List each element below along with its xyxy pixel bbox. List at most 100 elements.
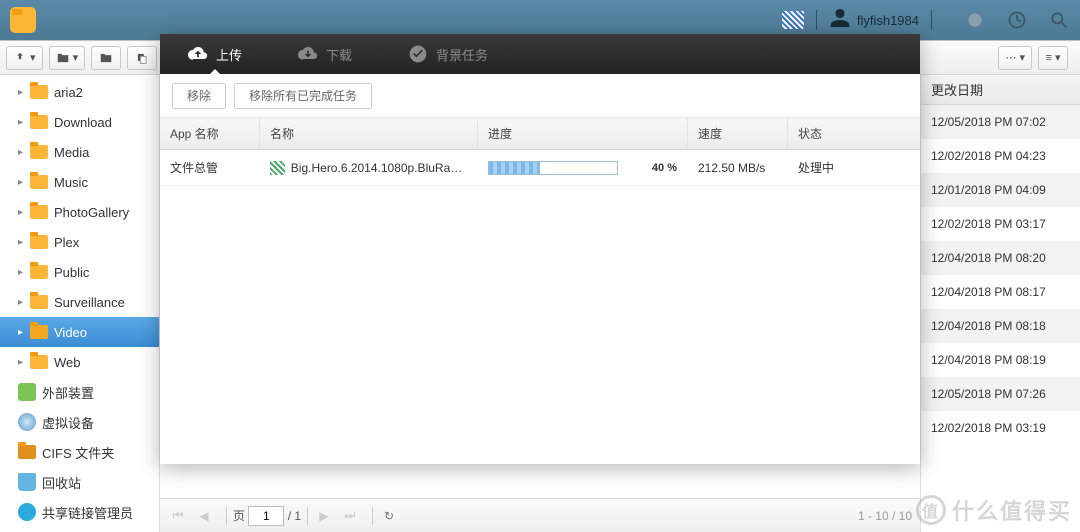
username-label[interactable]: flyfish1984 bbox=[857, 13, 919, 28]
sidebar-item-aria2[interactable]: ▸ aria2 bbox=[0, 77, 159, 107]
sidebar-item-label: 共享链接管理员 bbox=[42, 503, 133, 522]
app-launcher-icon[interactable] bbox=[10, 7, 36, 33]
sidebar-item-label: 虚拟设备 bbox=[42, 413, 94, 432]
date-row[interactable]: 12/02/2018 PM 04:23 bbox=[921, 139, 1080, 173]
upload-menu-button[interactable]: ▾ bbox=[6, 46, 43, 70]
date-row[interactable]: 12/05/2018 PM 07:02 bbox=[921, 105, 1080, 139]
sidebar-item-surveillance[interactable]: ▸ Surveillance bbox=[0, 287, 159, 317]
task-dialog: 上传 下载 背景任务 移除 移除所有已完成任务 App 名称 名称 进度 速度 … bbox=[160, 34, 920, 464]
page-total: / 1 bbox=[288, 509, 301, 523]
sidebar-item-media[interactable]: ▸Media bbox=[0, 137, 159, 167]
trash-icon bbox=[18, 473, 36, 491]
sidebar-item-label: Media bbox=[54, 145, 89, 160]
col-progress[interactable]: 进度 bbox=[478, 118, 688, 149]
date-row[interactable]: 12/02/2018 PM 03:19 bbox=[921, 411, 1080, 445]
caret-icon: ▸ bbox=[18, 297, 28, 308]
page-last-button[interactable]: ⏭ bbox=[340, 506, 360, 526]
notification-icon[interactable] bbox=[964, 9, 986, 31]
date-row[interactable]: 12/04/2018 PM 08:20 bbox=[921, 241, 1080, 275]
share-icon bbox=[18, 503, 36, 521]
date-row[interactable]: 12/04/2018 PM 08:19 bbox=[921, 343, 1080, 377]
tab-background[interactable]: 背景任务 bbox=[380, 34, 516, 74]
caret-icon: ▸ bbox=[18, 237, 28, 248]
modified-date-column: 更改日期 12/05/2018 PM 07:0212/02/2018 PM 04… bbox=[920, 75, 1080, 532]
page-label: 页 bbox=[233, 507, 245, 524]
caret-icon: ▸ bbox=[18, 327, 28, 338]
caret-icon: ▸ bbox=[18, 207, 28, 218]
more-menu-button[interactable]: ⋯ ▾ bbox=[998, 46, 1032, 70]
date-row[interactable]: 12/05/2018 PM 07:26 bbox=[921, 377, 1080, 411]
paging-bar: ⏮ ◀ 页 / 1 ▶ ⏭ ↻ 1 - 10 / 10 bbox=[160, 498, 920, 532]
page-refresh-button[interactable]: ↻ bbox=[379, 506, 399, 526]
sidebar-item-label: 回收站 bbox=[42, 473, 81, 492]
sidebar-item-回收站[interactable]: 回收站 bbox=[0, 467, 159, 497]
sidebar-item-共享链接管理员[interactable]: 共享链接管理员 bbox=[0, 497, 159, 527]
tab-upload[interactable]: 上传 bbox=[160, 34, 270, 74]
sidebar-item-web[interactable]: ▸ Web bbox=[0, 347, 159, 377]
view-mode-button[interactable]: ≡ ▾ bbox=[1038, 46, 1068, 70]
folder-icon bbox=[30, 145, 48, 159]
caret-icon: ▸ bbox=[18, 117, 28, 128]
folder-icon bbox=[30, 355, 48, 369]
task-indicator-icon[interactable] bbox=[782, 11, 804, 29]
dashboard-icon[interactable] bbox=[1006, 9, 1028, 31]
sidebar-item-label: Music bbox=[54, 175, 88, 190]
sidebar-item-外部装置[interactable]: 外部装置 bbox=[0, 377, 159, 407]
sidebar-item-label: Download bbox=[54, 115, 112, 130]
copy-button[interactable] bbox=[127, 46, 157, 70]
task-action-bar: 移除 移除所有已完成任务 bbox=[160, 74, 920, 118]
sidebar-item-cifs 文件夹[interactable]: CIFS 文件夹 bbox=[0, 437, 159, 467]
folder-icon bbox=[30, 325, 48, 339]
sidebar-item-label: Web bbox=[54, 355, 81, 370]
folder-icon bbox=[30, 115, 48, 129]
page-input[interactable] bbox=[248, 506, 284, 526]
folder-icon bbox=[30, 265, 48, 279]
page-next-button[interactable]: ▶ bbox=[314, 506, 334, 526]
new-folder-button[interactable]: ▾ bbox=[49, 46, 86, 70]
folder-tree: ▸aria2▸Download▸Media▸Music▸PhotoGallery… bbox=[0, 75, 160, 532]
sidebar-item-label: 外部装置 bbox=[42, 383, 94, 402]
sidebar-item-video[interactable]: ▸ Video bbox=[0, 317, 159, 347]
task-row[interactable]: 文件总管Big.Hero.6.2014.1080p.BluRay.x2...40… bbox=[160, 150, 920, 186]
sidebar-item-label: Video bbox=[54, 325, 87, 340]
page-prev-button[interactable]: ◀ bbox=[194, 506, 214, 526]
page-first-button[interactable]: ⏮ bbox=[168, 506, 188, 526]
task-table: App 名称 名称 进度 速度 状态 文件总管Big.Hero.6.2014.1… bbox=[160, 118, 920, 464]
col-status[interactable]: 状态 bbox=[788, 118, 920, 149]
sidebar-item-download[interactable]: ▸ Download bbox=[0, 107, 159, 137]
sidebar-item-label: Plex bbox=[54, 235, 79, 250]
user-icon[interactable] bbox=[829, 7, 851, 34]
col-name[interactable]: 名称 bbox=[260, 118, 478, 149]
date-row[interactable]: 12/04/2018 PM 08:17 bbox=[921, 275, 1080, 309]
open-button[interactable] bbox=[91, 46, 121, 70]
remove-button[interactable]: 移除 bbox=[172, 83, 226, 109]
sidebar-item-label: CIFS 文件夹 bbox=[42, 443, 114, 462]
sidebar-item-photogallery[interactable]: ▸PhotoGallery bbox=[0, 197, 159, 227]
search-icon[interactable] bbox=[1048, 9, 1070, 31]
page-range: 1 - 10 / 10 bbox=[858, 509, 912, 523]
remove-all-done-button[interactable]: 移除所有已完成任务 bbox=[234, 83, 372, 109]
col-speed[interactable]: 速度 bbox=[688, 118, 788, 149]
folder-icon bbox=[30, 205, 48, 219]
sidebar-item-label: Surveillance bbox=[54, 295, 125, 310]
cell-speed: 212.50 MB/s bbox=[688, 150, 788, 185]
folder-icon bbox=[30, 235, 48, 249]
sidebar-item-label: aria2 bbox=[54, 85, 83, 100]
col-app-name[interactable]: App 名称 bbox=[160, 118, 260, 149]
sidebar-item-public[interactable]: ▸Public bbox=[0, 257, 159, 287]
date-row[interactable]: 12/04/2018 PM 08:18 bbox=[921, 309, 1080, 343]
cell-name: Big.Hero.6.2014.1080p.BluRay.x2... bbox=[260, 150, 478, 185]
caret-icon: ▸ bbox=[18, 87, 28, 98]
sidebar-item-music[interactable]: ▸Music bbox=[0, 167, 159, 197]
sidebar-item-plex[interactable]: ▸ Plex bbox=[0, 227, 159, 257]
caret-icon: ▸ bbox=[18, 267, 28, 278]
cell-status: 处理中 bbox=[788, 150, 920, 185]
caret-icon: ▸ bbox=[18, 357, 28, 368]
sidebar-item-虚拟设备[interactable]: 虚拟设备 bbox=[0, 407, 159, 437]
modified-date-header[interactable]: 更改日期 bbox=[921, 75, 1080, 105]
task-tabs: 上传 下载 背景任务 bbox=[160, 34, 920, 74]
date-row[interactable]: 12/01/2018 PM 04:09 bbox=[921, 173, 1080, 207]
tab-download[interactable]: 下载 bbox=[270, 34, 380, 74]
progress-bar bbox=[488, 161, 618, 175]
date-row[interactable]: 12/02/2018 PM 03:17 bbox=[921, 207, 1080, 241]
